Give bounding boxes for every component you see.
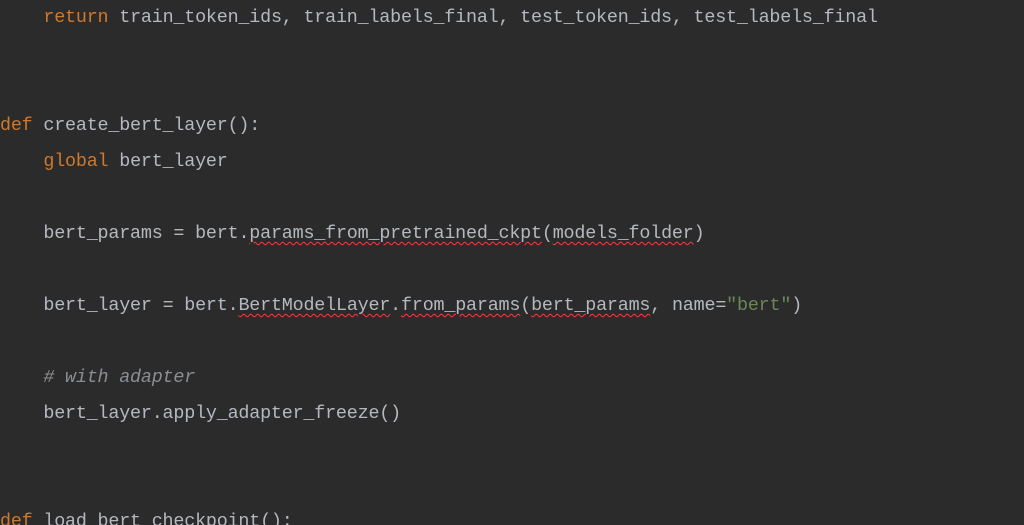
code-line: global bert_layer: [0, 151, 228, 172]
keyword-global: global: [43, 151, 108, 172]
code-line: bert_params = bert.params_from_pretraine…: [0, 223, 704, 244]
keyword-def: def: [0, 115, 33, 136]
code-line: def load_bert_checkpoint():: [0, 511, 293, 525]
unresolved-ref: BertModelLayer: [238, 295, 390, 316]
code-editor[interactable]: return train_token_ids, train_labels_fin…: [0, 0, 1024, 525]
string-literal: "bert": [726, 295, 791, 316]
unresolved-ref: from_params: [401, 295, 520, 316]
keyword-def: def: [0, 511, 33, 525]
unresolved-ref: params_from_pretrained_ckpt: [249, 223, 542, 244]
code-line: def create_bert_layer():: [0, 115, 260, 136]
code-line: # with adapter: [0, 367, 195, 388]
code-line: return train_token_ids, train_labels_fin…: [0, 7, 878, 28]
code-line: bert_layer.apply_adapter_freeze(): [0, 403, 401, 424]
keyword-return: return: [43, 7, 108, 28]
unresolved-ref: bert_params: [531, 295, 650, 316]
comment: # with adapter: [43, 367, 195, 388]
unresolved-ref: load_bert_checkpoint: [43, 511, 260, 525]
unresolved-ref: models_folder: [553, 223, 694, 244]
code-line: bert_layer = bert.BertModelLayer.from_pa…: [0, 295, 802, 316]
